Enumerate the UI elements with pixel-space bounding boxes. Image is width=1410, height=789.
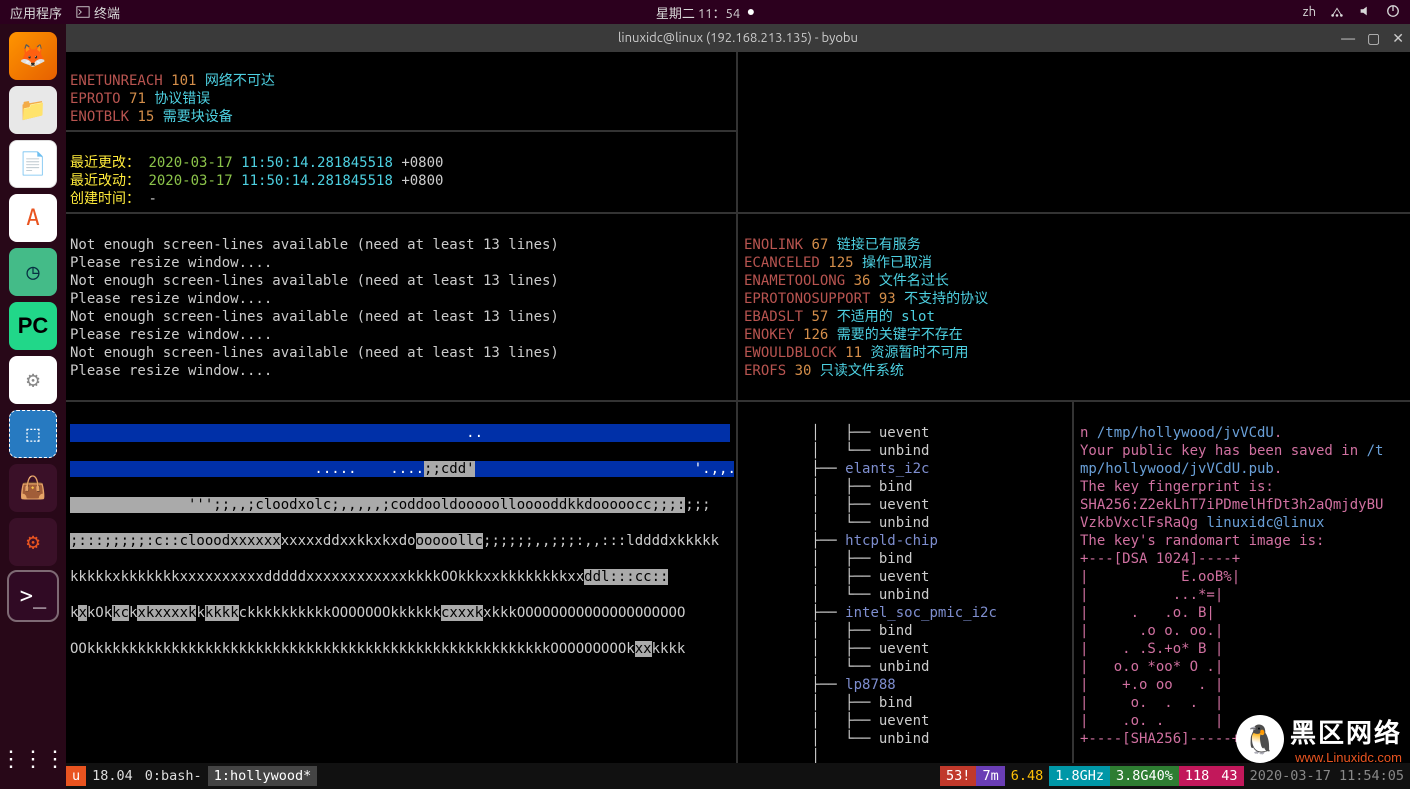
- status-tab-bash[interactable]: 0:bash-: [139, 766, 208, 786]
- terminal-label: 终端: [94, 3, 120, 22]
- status-disk1: 118: [1179, 766, 1215, 786]
- dock-show-apps[interactable]: ⋮⋮⋮: [9, 735, 57, 783]
- terminal-launcher[interactable]: 终端: [76, 3, 120, 22]
- dock-terminal[interactable]: >_: [9, 572, 57, 620]
- dock-settings[interactable]: ⚙: [9, 518, 57, 566]
- pane-sshkey: n /tmp/hollywood/jvVCdU. Your public key…: [1076, 404, 1410, 763]
- dock-android-studio[interactable]: ◷: [9, 248, 57, 296]
- pane-tree: │ ├── uevent │ └── unbind ├── elants_i2c…: [740, 404, 1070, 763]
- status-datetime: 2020-03-17 11:54:05: [1244, 766, 1410, 786]
- dock-firefox[interactable]: 🦊: [9, 32, 57, 80]
- pane-resize-msg: Not enough screen-lines available (need …: [66, 216, 734, 398]
- terminal-body[interactable]: ENETUNREACH 101 网络不可达 EPROTO 71 协议错误 ENO…: [66, 52, 1410, 763]
- dock-pycharm[interactable]: PC: [9, 302, 57, 350]
- pane-ascii-art: .. ..... ....;;cdd' '.,,. ''';;,,;cloodx…: [66, 404, 734, 763]
- dock-settings-toggles[interactable]: ⚙: [9, 356, 57, 404]
- pane-stat: 最近更改： 2020-03-17 11:50:14.281845518 +080…: [66, 134, 734, 210]
- terminal-window: linuxidc@linux (192.168.213.135) - byobu…: [66, 24, 1410, 789]
- status-disk2: 43: [1215, 766, 1243, 786]
- window-titlebar: linuxidc@linux (192.168.213.135) - byobu…: [66, 24, 1410, 52]
- status-mem: 3.8G40%: [1110, 766, 1179, 786]
- apps-menu[interactable]: 应用程序: [10, 3, 62, 22]
- dock-writer[interactable]: 📄: [9, 140, 57, 188]
- status-distro: u: [66, 766, 86, 786]
- dock-software[interactable]: A: [9, 194, 57, 242]
- minimize-button[interactable]: —: [1341, 30, 1355, 47]
- power-icon[interactable]: [1386, 4, 1400, 21]
- pane-errno-top: ENETUNREACH 101 网络不可达 EPROTO 71 协议错误 ENO…: [66, 52, 734, 128]
- close-button[interactable]: ✕: [1392, 30, 1404, 47]
- dock-snap-store[interactable]: 👜: [9, 464, 57, 512]
- status-version: 18.04: [86, 766, 139, 786]
- clock[interactable]: 星期二 11：54: [656, 3, 754, 22]
- dock: 🦊 📁 📄 A ◷ PC ⚙ ⬚ 👜 ⚙ >_ ⋮⋮⋮: [0, 24, 66, 789]
- status-cpu: 1.8GHz: [1049, 766, 1110, 786]
- network-icon[interactable]: [1330, 4, 1344, 21]
- dock-files[interactable]: 📁: [9, 86, 57, 134]
- status-tab-hollywood[interactable]: 1:hollywood*: [208, 766, 318, 786]
- status-load: 6.48: [1005, 766, 1050, 786]
- byobu-status-bar: u 18.04 0:bash- 1:hollywood* 53! 7m 6.48…: [66, 763, 1410, 789]
- ime-indicator[interactable]: zh: [1303, 5, 1316, 19]
- gnome-top-bar: 应用程序 终端 星期二 11：54 zh: [0, 0, 1410, 24]
- pane-errno-right: ENOLINK 67 链接已有服务 ECANCELED 125 操作已取消 EN…: [740, 216, 1408, 398]
- dock-screenshot[interactable]: ⬚: [9, 410, 57, 458]
- window-title: linuxidc@linux (192.168.213.135) - byobu: [618, 31, 858, 45]
- status-uptime: 7m: [976, 766, 1004, 786]
- volume-icon[interactable]: [1358, 4, 1372, 21]
- status-updates: 53!: [940, 766, 976, 786]
- maximize-button[interactable]: ▢: [1367, 30, 1380, 47]
